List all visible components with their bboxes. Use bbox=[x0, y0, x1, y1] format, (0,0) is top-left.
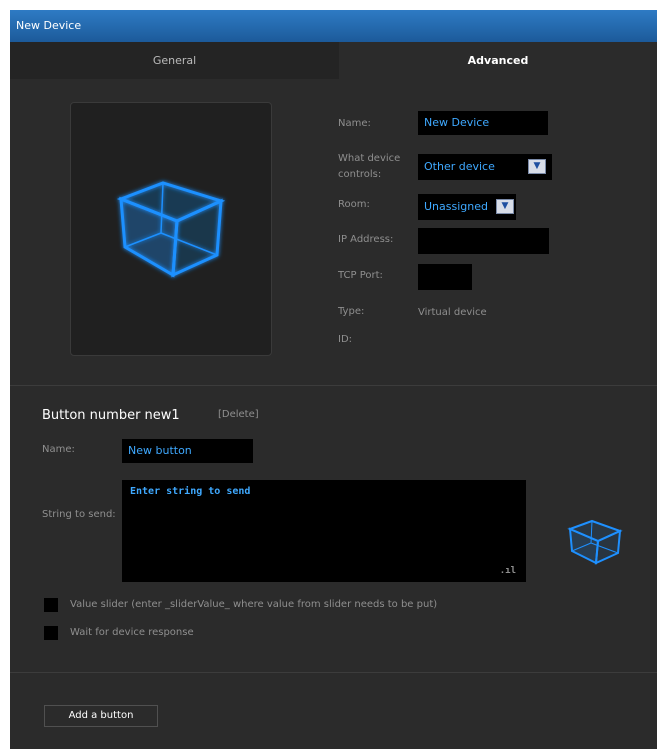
ip-address-field[interactable] bbox=[418, 228, 549, 254]
chevron-down-icon[interactable]: ▼ bbox=[496, 199, 514, 214]
cube-icon bbox=[567, 519, 623, 565]
device-name-field[interactable]: New Device bbox=[418, 111, 548, 135]
controls-dropdown[interactable]: Other device ▼ bbox=[418, 154, 552, 180]
footer-divider bbox=[10, 672, 657, 673]
string-to-send-textarea[interactable]: Enter string to send .ıl bbox=[122, 480, 526, 582]
button-name-label: Name: bbox=[42, 444, 75, 455]
cube-icon bbox=[116, 181, 226, 278]
window-titlebar: New Device bbox=[10, 10, 657, 42]
controls-label: What device controls: bbox=[338, 153, 401, 180]
button-name-field[interactable]: New button bbox=[122, 439, 253, 463]
port-label: TCP Port: bbox=[338, 270, 383, 281]
type-label: Type: bbox=[338, 306, 365, 317]
tab-bar: General Advanced bbox=[10, 42, 657, 79]
string-label: String to send: bbox=[42, 509, 116, 520]
ip-label: IP Address: bbox=[338, 234, 394, 245]
device-preview-panel bbox=[70, 102, 272, 356]
name-label: Name: bbox=[338, 118, 371, 129]
tcp-port-field[interactable] bbox=[418, 264, 472, 290]
wait-response-checkbox[interactable] bbox=[44, 626, 58, 640]
string-placeholder: Enter string to send bbox=[130, 486, 251, 497]
wait-response-label: Wait for device response bbox=[70, 627, 194, 638]
value-slider-label: Value slider (enter _sliderValue_ where … bbox=[70, 599, 438, 610]
delete-button[interactable]: [Delete] bbox=[218, 409, 259, 420]
add-button-button[interactable]: Add a button bbox=[44, 705, 158, 727]
tab-general[interactable]: General bbox=[10, 42, 339, 79]
section-divider bbox=[10, 385, 657, 386]
id-label: ID: bbox=[338, 334, 353, 345]
window-title: New Device bbox=[16, 19, 82, 32]
type-value: Virtual device bbox=[418, 307, 487, 318]
controls-value: Other device bbox=[424, 160, 495, 173]
new-device-window: New Device General Advanced Name: New De… bbox=[10, 10, 657, 749]
tab-advanced[interactable]: Advanced bbox=[339, 42, 657, 79]
room-value: Unassigned bbox=[424, 200, 488, 213]
room-dropdown[interactable]: Unassigned ▼ bbox=[418, 194, 516, 220]
button-section-title: Button number new1 bbox=[42, 408, 180, 423]
value-slider-checkbox[interactable] bbox=[44, 598, 58, 612]
room-label: Room: bbox=[338, 199, 370, 210]
resize-grip-icon[interactable]: .ıl bbox=[500, 566, 516, 576]
chevron-down-icon[interactable]: ▼ bbox=[528, 159, 546, 174]
